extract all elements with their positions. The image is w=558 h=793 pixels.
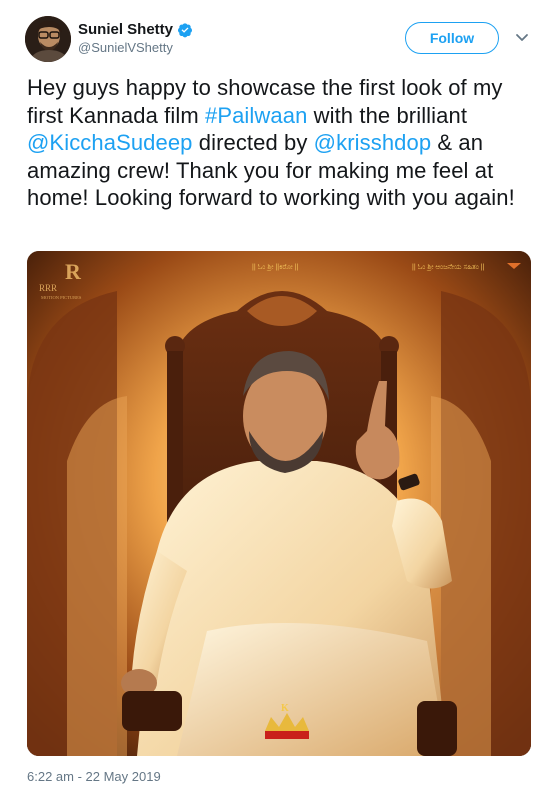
user-info: Suniel Shetty @SunielVShetty [78, 21, 193, 55]
avatar-image [25, 16, 71, 62]
tweet-text-part: directed by [192, 130, 314, 155]
poster-crown-letter: K [281, 703, 289, 714]
follow-button[interactable]: Follow [405, 22, 499, 54]
tweet-timestamp[interactable]: 6:22 am - 22 May 2019 [27, 769, 161, 784]
display-name-row: Suniel Shetty [78, 21, 193, 38]
tweet-text-part: with the brilliant [307, 102, 468, 128]
poster-logo-sub: MOTION PICTURES [41, 295, 82, 300]
mention-link[interactable]: @KicchaSudeep [27, 130, 193, 155]
hashtag-link[interactable]: #Pailwaan [205, 103, 307, 128]
verified-badge-icon [178, 22, 193, 37]
tweet-card: Suniel Shetty @SunielVShetty Follow Hey … [0, 0, 558, 793]
user-handle[interactable]: @SunielVShetty [78, 40, 193, 55]
display-name[interactable]: Suniel Shetty [78, 21, 173, 38]
tweet-text: Hey guys happy to showcase the first loo… [27, 74, 537, 212]
poster-top-center-text: || ಓಂ ಶ್ರೀ ||ಕಿರೋ || [252, 264, 299, 271]
poster-logo-name: RRR [39, 283, 57, 293]
mention-link[interactable]: @krisshdop [314, 130, 432, 155]
user-avatar[interactable] [25, 16, 71, 62]
poster-image: K R RRR MOTION PICTURES || ಓಂ ಶ್ರೀ ||ಕಿರ… [27, 251, 531, 756]
poster-top-right-text: || ಓಂ ಶ್ರೀ ಆಂಜನೇಯ ಸಹಿತಂ || [412, 264, 485, 271]
chevron-down-icon[interactable] [515, 33, 529, 43]
tweet-media-image[interactable]: K R RRR MOTION PICTURES || ಓಂ ಶ್ರೀ ||ಕಿರ… [27, 251, 531, 756]
poster-logo-mark: R [65, 259, 82, 284]
